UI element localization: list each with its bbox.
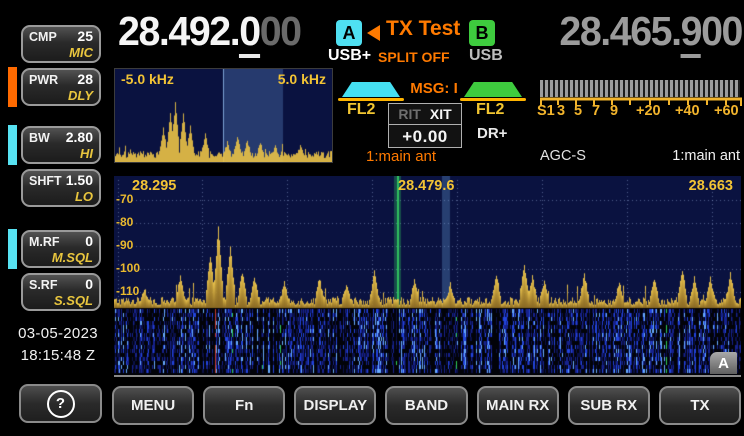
- s-meter-label-5: 5: [574, 103, 582, 119]
- mini-spectrum-panel[interactable]: -5.0 kHz 5.0 kHz: [114, 68, 333, 163]
- vfo-a-freq-bright: 28.492.: [118, 8, 239, 54]
- xit-label[interactable]: XIT: [430, 106, 452, 122]
- spectrum-freq-center-label: 28.479.6: [398, 178, 454, 194]
- vfo-a-frequency[interactable]: 28.492.000: [118, 8, 301, 55]
- split-status[interactable]: SPLIT OFF: [378, 49, 450, 65]
- main-rx-filter-shape[interactable]: [342, 82, 400, 97]
- spectrum-waterfall-canvas: [114, 176, 741, 375]
- vfo-b-badge[interactable]: B: [469, 20, 495, 46]
- mini-span-left-label: -5.0 kHz: [121, 71, 174, 87]
- bw-label: BW: [29, 131, 50, 146]
- sub-rx-filter-shape[interactable]: [464, 82, 522, 97]
- bw-accent-bar: [8, 125, 17, 165]
- shft-sub-label: LO: [75, 189, 93, 204]
- rx-a-corner-badge[interactable]: A: [710, 352, 737, 374]
- s-meter-segments: [540, 80, 740, 97]
- spectrum-freq-right-label: 28.663: [689, 178, 733, 194]
- help-icon: ?: [47, 390, 75, 418]
- display-button[interactable]: DISPLAY: [294, 386, 376, 425]
- sub-filter-label: FL2: [476, 101, 504, 119]
- vfo-b-freq-tuning-digit: 9: [681, 8, 701, 58]
- main-rf-value: 0: [85, 234, 93, 249]
- db-label-80: -80: [116, 215, 133, 229]
- sub-rf-label: S.RF: [29, 278, 57, 293]
- tx-button[interactable]: TX: [659, 386, 741, 425]
- db-label-110: -110: [116, 284, 139, 298]
- bw-sub-label: HI: [80, 146, 93, 161]
- time-display: 18:15:48 Z: [6, 347, 110, 364]
- pwr-value: 28: [77, 72, 93, 87]
- s-meter-label-3: 3: [557, 103, 565, 119]
- vfo-a-mode[interactable]: USB+: [328, 47, 371, 65]
- s-meter-label-60: +60: [714, 103, 739, 119]
- fn-button[interactable]: Fn: [203, 386, 285, 425]
- db-label-70: -70: [116, 192, 133, 206]
- menu-button[interactable]: MENU: [112, 386, 194, 425]
- rit-xit-control[interactable]: RIT XIT +0.00: [388, 103, 462, 148]
- s-meter-label-20: +20: [636, 103, 661, 119]
- s-meter-label-40: +40: [675, 103, 700, 119]
- bw-value: 2.80: [66, 130, 93, 145]
- pwr-accent-bar: [8, 67, 17, 107]
- sub-antenna-status[interactable]: 1:main ant: [640, 148, 740, 164]
- main-antenna-status[interactable]: 1:main ant: [366, 148, 436, 165]
- bottom-toolbar: MENU Fn DISPLAY BAND MAIN RX SUB RX TX: [112, 386, 741, 425]
- sub-rf-value: 0: [85, 277, 93, 292]
- diversity-mode-status[interactable]: DR+: [477, 125, 507, 142]
- s-meter-label-7: 7: [592, 103, 600, 119]
- pwr-label: PWR: [29, 73, 58, 88]
- cmp-sub-label: MIC: [69, 45, 93, 60]
- date-display: 03-05-2023: [6, 325, 110, 342]
- agc-status[interactable]: AGC-S: [540, 148, 586, 164]
- shft-label: SHFT: [29, 174, 62, 189]
- vfo-b-freq-suffix: 00: [701, 8, 742, 54]
- transceiver-screen: CMP 25 MIC PWR 28 DLY BW 2.80 HI SHFT 1.50 L…: [0, 0, 744, 436]
- main-rf-label: M.RF: [29, 235, 60, 250]
- cmp-value: 25: [77, 29, 93, 44]
- sub-rf-control-button[interactable]: S.RF 0 S.SQL: [21, 273, 101, 311]
- mrf-accent-bar: [8, 229, 17, 269]
- pwr-sub-label: DLY: [68, 88, 93, 103]
- bw-control-button[interactable]: BW 2.80 HI: [21, 126, 101, 164]
- db-label-100: -100: [116, 261, 140, 275]
- band-button[interactable]: BAND: [385, 386, 467, 425]
- db-label-90: -90: [116, 238, 133, 252]
- sub-rx-button[interactable]: SUB RX: [568, 386, 650, 425]
- rit-xit-offset: +0.00: [389, 125, 461, 148]
- mini-span-right-label: 5.0 kHz: [278, 71, 326, 87]
- tx-test-indicator[interactable]: TX Test: [386, 17, 460, 41]
- s-meter-label-s1: S1: [537, 103, 555, 119]
- message-bank-status[interactable]: MSG: I: [398, 80, 470, 97]
- sub-filter-passband-icon: [464, 82, 522, 97]
- sub-rf-sub-label: S.SQL: [54, 293, 93, 308]
- vfo-a-freq-dim: 00: [260, 8, 301, 54]
- main-rx-button[interactable]: MAIN RX: [477, 386, 559, 425]
- main-rf-control-button[interactable]: M.RF 0 M.SQL: [21, 230, 101, 268]
- spectrum-freq-left-label: 28.295: [132, 178, 176, 194]
- main-spectrum-panel[interactable]: 28.295 28.479.6 28.663 -70 -80 -90 -100 …: [114, 176, 741, 377]
- vfo-b-mode[interactable]: USB: [469, 47, 503, 65]
- main-filter-label: FL2: [347, 101, 375, 119]
- cmp-control-button[interactable]: CMP 25 MIC: [21, 25, 101, 63]
- tx-direction-arrow-icon: [367, 25, 380, 41]
- s-meter-label-9: 9: [610, 103, 618, 119]
- main-rf-sub-label: M.SQL: [52, 250, 93, 265]
- cmp-label: CMP: [29, 30, 57, 45]
- vfo-a-freq-tuning-digit: 0: [239, 8, 259, 58]
- main-filter-passband-icon: [342, 82, 400, 97]
- help-button[interactable]: ?: [19, 384, 102, 423]
- shft-value: 1.50: [66, 173, 93, 188]
- vfo-a-badge[interactable]: A: [336, 20, 362, 46]
- vfo-b-freq-prefix: 28.465.: [559, 8, 680, 54]
- vfo-b-frequency[interactable]: 28.465.900: [540, 8, 742, 55]
- rit-label[interactable]: RIT: [398, 106, 421, 122]
- shft-control-button[interactable]: SHFT 1.50 LO: [21, 169, 101, 207]
- pwr-control-button[interactable]: PWR 28 DLY: [21, 68, 101, 106]
